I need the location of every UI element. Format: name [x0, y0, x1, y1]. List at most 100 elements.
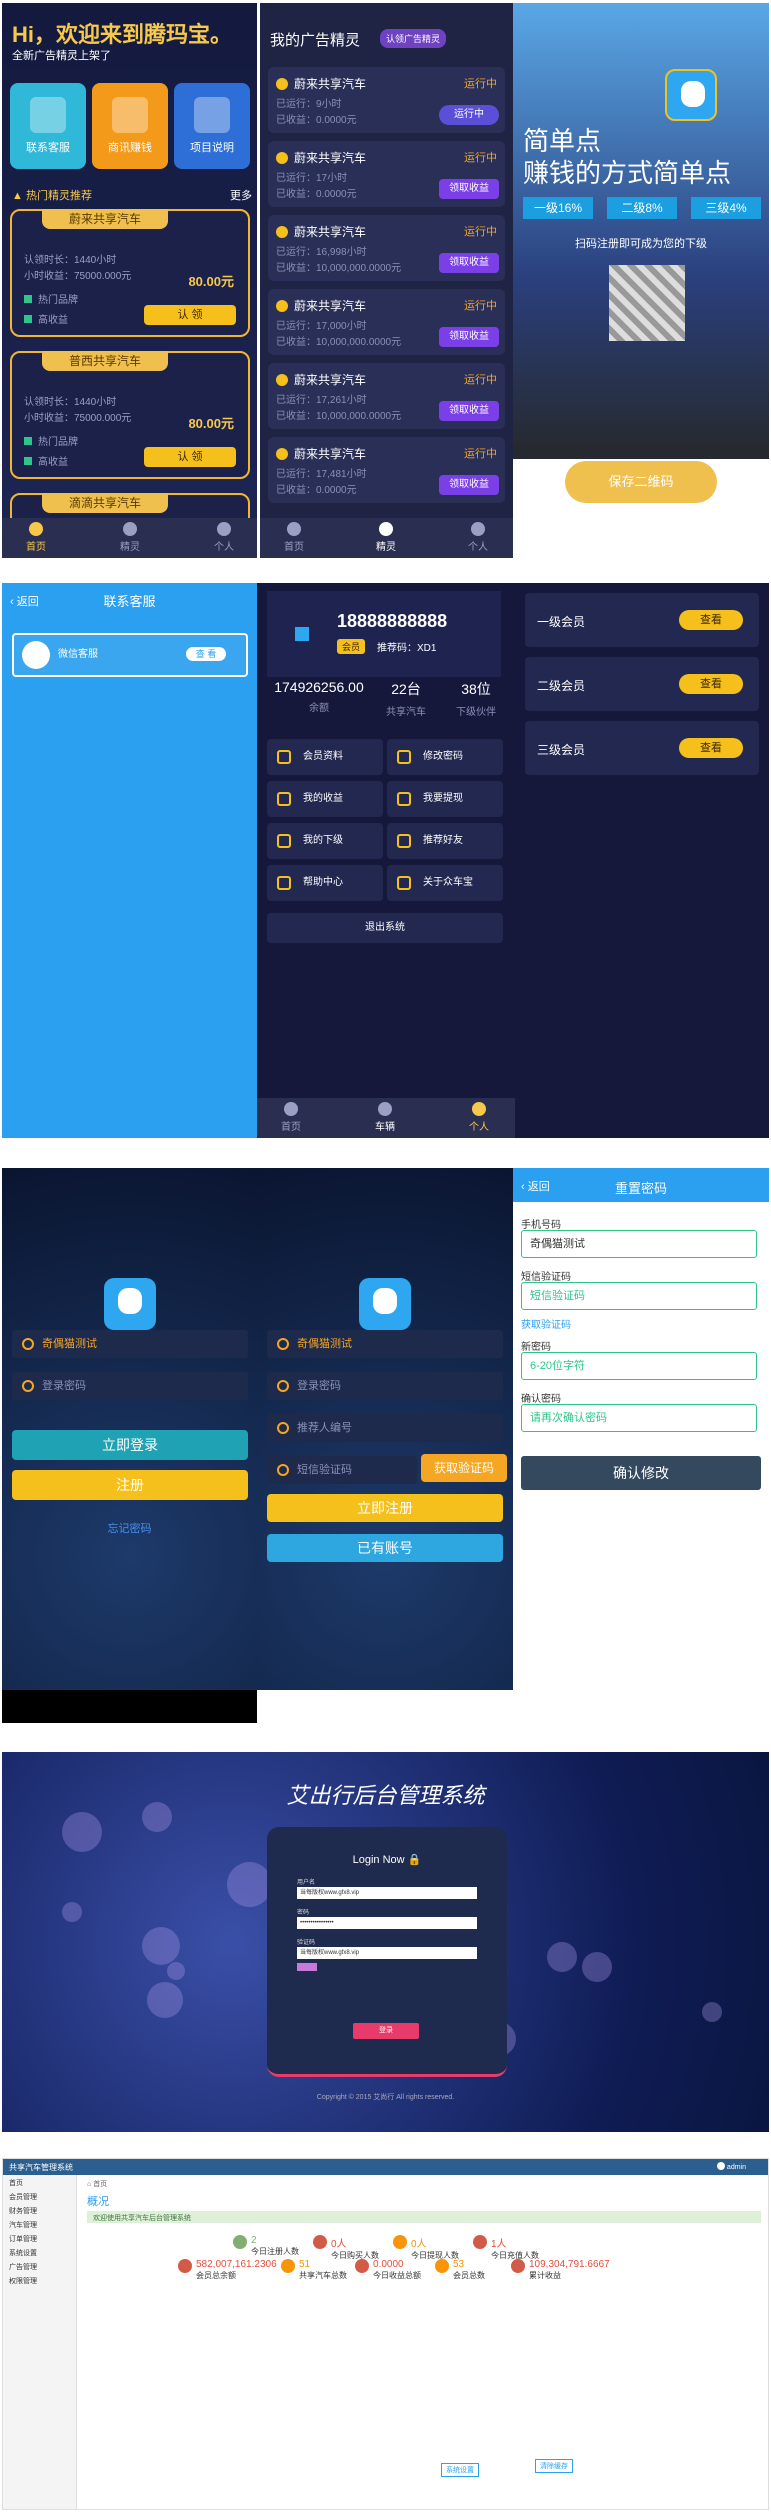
collect-button[interactable]: 领取收益 [439, 401, 499, 421]
claim-button[interactable]: 认 领 [144, 305, 236, 325]
sidebar-item[interactable]: 汽车管理 [3, 2217, 76, 2231]
reg-password-input[interactable]: 登录密码 [267, 1372, 503, 1400]
admin-login-screen: 艾出行后台管理系统 Login Now 🔒 用户名 当每版权www.gfx8.v… [2, 1752, 769, 2132]
login-now-text: Login Now [352, 1854, 405, 1866]
tab-profile[interactable]: 个人 [448, 522, 508, 553]
login-button[interactable]: 登录 [353, 2023, 419, 2039]
tile-project[interactable]: 项目说明 [174, 83, 250, 169]
settings-button[interactable]: 系统设置 [441, 2463, 479, 2477]
menu-profile[interactable]: 会员资料 [267, 739, 383, 775]
clear-cache-button[interactable]: 清除缓存 [535, 2459, 573, 2473]
car-name: 普西共享汽车 [42, 351, 168, 371]
get-code-button[interactable]: 获取验证码 [421, 1454, 507, 1482]
tab-cars[interactable]: 车辆 [355, 1102, 415, 1133]
more-link[interactable]: 更多 [230, 187, 252, 203]
car-name: 滴滴共享汽车 [42, 493, 168, 513]
vip-view-button[interactable]: 查看 [679, 674, 743, 694]
sms-code-input[interactable]: 短信验证码 [267, 1456, 417, 1484]
new-password-input[interactable]: 6-20位字符 [521, 1352, 757, 1380]
user-menu[interactable]: admin [716, 2162, 746, 2171]
sms-input[interactable]: 短信验证码 [521, 1282, 757, 1310]
sidebar-item[interactable]: 首页 [3, 2175, 76, 2189]
stat-item: 0人 今日购买人数 [313, 2235, 379, 2261]
tab-home[interactable]: 首页 [264, 522, 324, 553]
sidebar-item[interactable]: 订单管理 [3, 2231, 76, 2245]
save-qr-button[interactable]: 保存二维码 [565, 461, 717, 503]
collect-button[interactable]: 领取收益 [439, 327, 499, 347]
breadcrumb-home[interactable]: 首页 [93, 2181, 107, 2188]
captcha-image[interactable] [297, 1963, 317, 1971]
login-now-heading: Login Now 🔒 [267, 1853, 507, 1866]
vip-view-button[interactable]: 查看 [679, 610, 743, 630]
reg-username-input[interactable]: 奇偶猫测试 [267, 1330, 503, 1358]
confirm-password-input[interactable]: 请再次确认密码 [521, 1404, 757, 1432]
menu-about[interactable]: 关于众车宝 [387, 865, 503, 901]
sidebar-item[interactable]: 广告管理 [3, 2259, 76, 2273]
running-button[interactable]: 运行中 [439, 105, 499, 125]
tab-home[interactable]: 首页 [261, 1102, 321, 1133]
logout-button[interactable]: 退出系统 [267, 913, 503, 943]
ad-card: 蔚来共享汽车 运行中 已运行：17,000小时 已收益：10,000,000.0000… [268, 289, 505, 355]
have-account-button[interactable]: 已有账号 [267, 1534, 503, 1562]
tab-profile[interactable]: 个人 [449, 1102, 509, 1133]
stat-label: 会员总余额 [196, 2271, 236, 2280]
menu-password[interactable]: 修改密码 [387, 739, 503, 775]
ad-card: 蔚来共享汽车 运行中 已运行：17,261小时 已收益：10,000,000.0000… [268, 363, 505, 429]
password-input[interactable]: •••••••••••••••• [297, 1917, 477, 1929]
get-code-link[interactable]: 获取验证码 [521, 1316, 571, 1331]
collect-button[interactable]: 领取收益 [439, 179, 499, 199]
ad-runtime: 已运行：9小时 [276, 99, 342, 110]
sidebar-item[interactable]: 会员管理 [3, 2189, 76, 2203]
promo-screen: 简单点 赚钱的方式简单点 一级16% 二级8% 三级4% 扫码注册即可成为您的下… [513, 3, 769, 558]
collect-button[interactable]: 领取收益 [439, 475, 499, 495]
tab-sprite[interactable]: 精灵 [356, 522, 416, 553]
vip-view-button[interactable]: 查看 [679, 738, 743, 758]
ad-card: 蔚来共享汽车 运行中 已运行：16,998小时 已收益：10,000,000.0000… [268, 215, 505, 281]
phone-input[interactable]: 奇偶猫测试 [521, 1230, 757, 1258]
view-button[interactable]: 查 看 [186, 647, 226, 661]
confirm-button[interactable]: 确认修改 [521, 1456, 761, 1490]
system-title: 艾出行后台管理系统 [286, 1783, 485, 1808]
tab-profile[interactable]: 个人 [194, 522, 254, 553]
ad-earnings: 已收益：10,000,000.0000元 [276, 263, 402, 274]
ad-status: 运行中 [464, 374, 497, 386]
stat-partners: 38位 下级伙伴 [441, 679, 511, 718]
new-password-label: 新密码 [521, 1342, 551, 1353]
menu-label: 推荐好友 [423, 835, 463, 846]
decor-bubble [547, 1942, 577, 1972]
password-input[interactable]: 登录密码 [12, 1372, 248, 1400]
tab-sprite[interactable]: 精灵 [100, 522, 160, 553]
sidebar-item[interactable]: 系统设置 [3, 2245, 76, 2259]
claim-button[interactable]: 认 领 [144, 447, 236, 467]
register-button[interactable]: 注册 [12, 1470, 248, 1500]
vip-row: 二级会员 查看 [525, 657, 759, 711]
app-title: 共享汽车管理系统 [9, 2163, 73, 2172]
register-submit-button[interactable]: 立即注册 [267, 1494, 503, 1522]
stat-value: 0人 [411, 2239, 427, 2250]
captcha-input[interactable]: 当每版权www.gfx8.vip [297, 1947, 477, 1959]
referrer-input[interactable]: 推荐人编号 [267, 1414, 503, 1442]
collect-button[interactable]: 领取收益 [439, 253, 499, 273]
login-button[interactable]: 立即登录 [12, 1430, 248, 1460]
service-screen: ‹ 返回 联系客服 微信客服 查 看 [2, 583, 257, 1138]
vip-name: 二级会员 [537, 679, 586, 693]
ad-name: 蔚来共享汽车 [294, 447, 367, 461]
username-input[interactable]: 奇偶猫测试 [12, 1330, 248, 1358]
menu-withdraw[interactable]: 我要提现 [387, 781, 503, 817]
sidebar-item[interactable]: 财务管理 [3, 2203, 76, 2217]
ad-status: 运行中 [464, 300, 497, 312]
menu-help[interactable]: 帮助中心 [267, 865, 383, 901]
service-item[interactable]: 微信客服 查 看 [12, 633, 248, 677]
claim-ad-badge[interactable]: 认领广告精灵 [380, 29, 447, 48]
decor-bubble [702, 2002, 722, 2022]
menu-invite[interactable]: 推荐好友 [387, 823, 503, 859]
menu-earnings[interactable]: 我的收益 [267, 781, 383, 817]
tile-earn[interactable]: 商讯赚钱 [92, 83, 168, 169]
tab-home[interactable]: 首页 [6, 522, 66, 553]
forgot-password-link[interactable]: 忘记密码 [2, 1520, 257, 1536]
sidebar-item[interactable]: 权限管理 [3, 2273, 76, 2287]
tile-customer-service[interactable]: 联系客服 [10, 83, 86, 169]
username-input[interactable]: 当每版权www.gfx8.vip [297, 1887, 477, 1899]
menu-downline[interactable]: 我的下级 [267, 823, 383, 859]
car-feature: 热门品牌 [38, 295, 78, 306]
